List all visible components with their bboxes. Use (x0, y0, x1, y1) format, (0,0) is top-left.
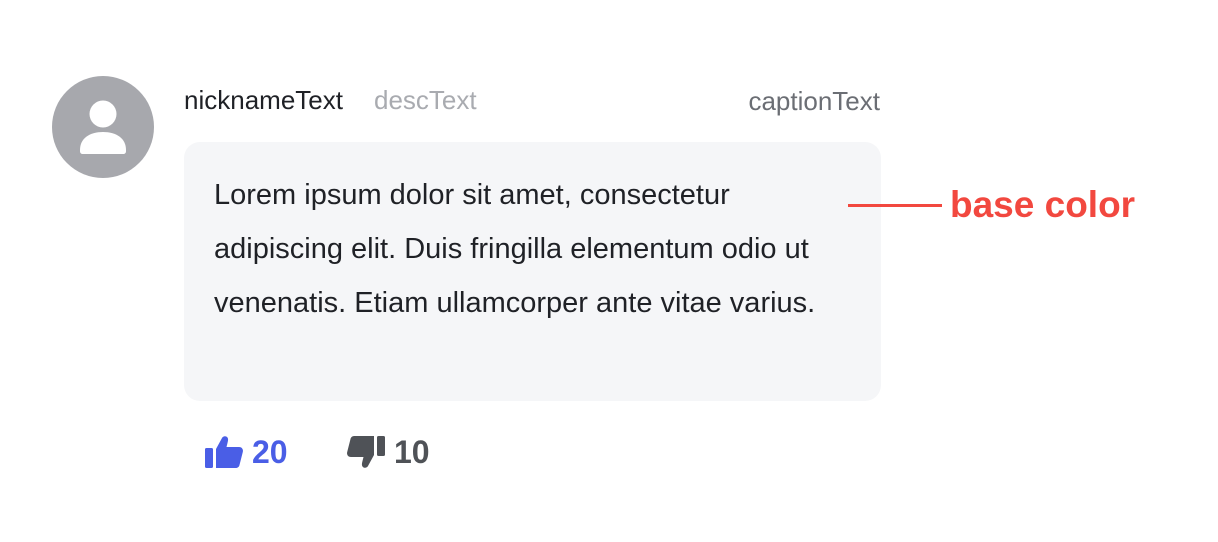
caption-text: captionText (748, 86, 880, 116)
dislike-button[interactable]: 10 (346, 430, 430, 474)
comment-bubble: Lorem ipsum dolor sit amet, consectetur … (184, 142, 881, 401)
thumbs-up-icon (205, 436, 243, 468)
user-icon (80, 100, 126, 154)
desc-text: descText (374, 85, 477, 115)
annotation-label: base color (950, 184, 1136, 225)
comment-body: Lorem ipsum dolor sit amet, consectetur … (214, 179, 816, 319)
thumbs-down-icon (347, 436, 385, 468)
annotation-line (848, 204, 942, 207)
like-count: 20 (252, 434, 288, 470)
like-button[interactable]: 20 (204, 430, 288, 474)
dislike-count: 10 (394, 434, 430, 470)
avatar[interactable] (52, 76, 154, 178)
nickname-text[interactable]: nicknameText (184, 84, 343, 116)
